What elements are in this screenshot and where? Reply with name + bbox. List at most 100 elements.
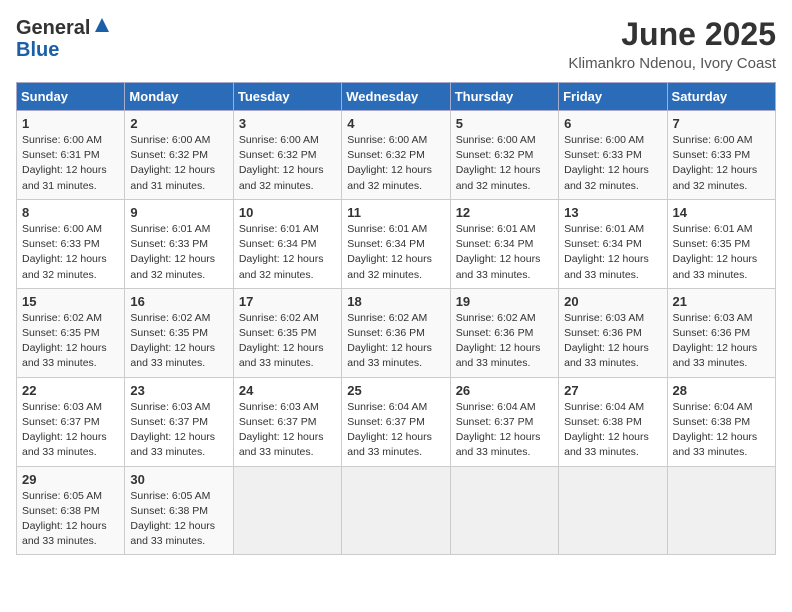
day-number: 13 — [564, 205, 661, 220]
day-detail: Sunrise: 6:02 AMSunset: 6:35 PMDaylight:… — [239, 312, 324, 370]
calendar-week-row: 22 Sunrise: 6:03 AMSunset: 6:37 PMDaylig… — [17, 377, 776, 466]
logo-general-text: General — [16, 17, 90, 39]
day-detail: Sunrise: 6:02 AMSunset: 6:35 PMDaylight:… — [22, 312, 107, 370]
day-detail: Sunrise: 6:00 AMSunset: 6:31 PMDaylight:… — [22, 134, 107, 192]
day-number: 26 — [456, 383, 553, 398]
day-detail: Sunrise: 6:03 AMSunset: 6:36 PMDaylight:… — [564, 312, 649, 370]
calendar-title: June 2025 — [568, 16, 776, 53]
day-detail: Sunrise: 6:04 AMSunset: 6:38 PMDaylight:… — [564, 401, 649, 459]
calendar-day-cell: 25 Sunrise: 6:04 AMSunset: 6:37 PMDaylig… — [342, 377, 450, 466]
day-detail: Sunrise: 6:00 AMSunset: 6:33 PMDaylight:… — [673, 134, 758, 192]
day-number: 22 — [22, 383, 119, 398]
day-detail: Sunrise: 6:04 AMSunset: 6:37 PMDaylight:… — [456, 401, 541, 459]
calendar-day-cell: 2 Sunrise: 6:00 AMSunset: 6:32 PMDayligh… — [125, 111, 233, 200]
day-number: 14 — [673, 205, 770, 220]
calendar-day-cell: 20 Sunrise: 6:03 AMSunset: 6:36 PMDaylig… — [559, 288, 667, 377]
calendar-day-cell: 23 Sunrise: 6:03 AMSunset: 6:37 PMDaylig… — [125, 377, 233, 466]
day-detail: Sunrise: 6:05 AMSunset: 6:38 PMDaylight:… — [130, 490, 215, 548]
day-number: 11 — [347, 205, 444, 220]
day-number: 3 — [239, 116, 336, 131]
day-number: 9 — [130, 205, 227, 220]
calendar-day-cell: 3 Sunrise: 6:00 AMSunset: 6:32 PMDayligh… — [233, 111, 341, 200]
day-number: 4 — [347, 116, 444, 131]
calendar-day-cell — [559, 466, 667, 555]
calendar-week-row: 29 Sunrise: 6:05 AMSunset: 6:38 PMDaylig… — [17, 466, 776, 555]
day-detail: Sunrise: 6:00 AMSunset: 6:33 PMDaylight:… — [22, 223, 107, 281]
calendar-day-cell: 21 Sunrise: 6:03 AMSunset: 6:36 PMDaylig… — [667, 288, 775, 377]
day-detail: Sunrise: 6:03 AMSunset: 6:36 PMDaylight:… — [673, 312, 758, 370]
day-detail: Sunrise: 6:00 AMSunset: 6:32 PMDaylight:… — [347, 134, 432, 192]
calendar-table: SundayMondayTuesdayWednesdayThursdayFrid… — [16, 82, 776, 555]
day-number: 12 — [456, 205, 553, 220]
calendar-day-cell: 9 Sunrise: 6:01 AMSunset: 6:33 PMDayligh… — [125, 199, 233, 288]
calendar-day-cell: 26 Sunrise: 6:04 AMSunset: 6:37 PMDaylig… — [450, 377, 558, 466]
day-detail: Sunrise: 6:01 AMSunset: 6:34 PMDaylight:… — [456, 223, 541, 281]
calendar-day-cell: 24 Sunrise: 6:03 AMSunset: 6:37 PMDaylig… — [233, 377, 341, 466]
day-number: 24 — [239, 383, 336, 398]
calendar-day-cell: 14 Sunrise: 6:01 AMSunset: 6:35 PMDaylig… — [667, 199, 775, 288]
calendar-day-cell — [450, 466, 558, 555]
day-detail: Sunrise: 6:05 AMSunset: 6:38 PMDaylight:… — [22, 490, 107, 548]
day-detail: Sunrise: 6:01 AMSunset: 6:34 PMDaylight:… — [239, 223, 324, 281]
calendar-day-cell: 12 Sunrise: 6:01 AMSunset: 6:34 PMDaylig… — [450, 199, 558, 288]
day-number: 23 — [130, 383, 227, 398]
calendar-day-cell: 27 Sunrise: 6:04 AMSunset: 6:38 PMDaylig… — [559, 377, 667, 466]
weekday-header-cell: Sunday — [17, 83, 125, 111]
day-detail: Sunrise: 6:00 AMSunset: 6:32 PMDaylight:… — [239, 134, 324, 192]
calendar-day-cell: 15 Sunrise: 6:02 AMSunset: 6:35 PMDaylig… — [17, 288, 125, 377]
day-detail: Sunrise: 6:04 AMSunset: 6:37 PMDaylight:… — [347, 401, 432, 459]
day-number: 27 — [564, 383, 661, 398]
header: General Blue June 2025 Klimankro Ndenou,… — [16, 16, 776, 72]
day-number: 10 — [239, 205, 336, 220]
day-detail: Sunrise: 6:03 AMSunset: 6:37 PMDaylight:… — [130, 401, 215, 459]
day-number: 1 — [22, 116, 119, 131]
weekday-header-cell: Thursday — [450, 83, 558, 111]
calendar-day-cell: 19 Sunrise: 6:02 AMSunset: 6:36 PMDaylig… — [450, 288, 558, 377]
day-detail: Sunrise: 6:01 AMSunset: 6:33 PMDaylight:… — [130, 223, 215, 281]
calendar-week-row: 15 Sunrise: 6:02 AMSunset: 6:35 PMDaylig… — [17, 288, 776, 377]
calendar-day-cell: 6 Sunrise: 6:00 AMSunset: 6:33 PMDayligh… — [559, 111, 667, 200]
day-detail: Sunrise: 6:02 AMSunset: 6:36 PMDaylight:… — [456, 312, 541, 370]
day-detail: Sunrise: 6:01 AMSunset: 6:34 PMDaylight:… — [564, 223, 649, 281]
calendar-day-cell: 16 Sunrise: 6:02 AMSunset: 6:35 PMDaylig… — [125, 288, 233, 377]
calendar-day-cell: 13 Sunrise: 6:01 AMSunset: 6:34 PMDaylig… — [559, 199, 667, 288]
day-detail: Sunrise: 6:01 AMSunset: 6:35 PMDaylight:… — [673, 223, 758, 281]
calendar-day-cell — [342, 466, 450, 555]
calendar-day-cell: 18 Sunrise: 6:02 AMSunset: 6:36 PMDaylig… — [342, 288, 450, 377]
day-detail: Sunrise: 6:04 AMSunset: 6:38 PMDaylight:… — [673, 401, 758, 459]
day-number: 30 — [130, 472, 227, 487]
calendar-day-cell: 17 Sunrise: 6:02 AMSunset: 6:35 PMDaylig… — [233, 288, 341, 377]
calendar-day-cell: 10 Sunrise: 6:01 AMSunset: 6:34 PMDaylig… — [233, 199, 341, 288]
weekday-header-cell: Friday — [559, 83, 667, 111]
calendar-day-cell: 28 Sunrise: 6:04 AMSunset: 6:38 PMDaylig… — [667, 377, 775, 466]
day-detail: Sunrise: 6:02 AMSunset: 6:35 PMDaylight:… — [130, 312, 215, 370]
day-number: 29 — [22, 472, 119, 487]
day-number: 21 — [673, 294, 770, 309]
calendar-day-cell: 1 Sunrise: 6:00 AMSunset: 6:31 PMDayligh… — [17, 111, 125, 200]
day-number: 20 — [564, 294, 661, 309]
calendar-body: 1 Sunrise: 6:00 AMSunset: 6:31 PMDayligh… — [17, 111, 776, 555]
day-number: 28 — [673, 383, 770, 398]
calendar-day-cell: 30 Sunrise: 6:05 AMSunset: 6:38 PMDaylig… — [125, 466, 233, 555]
calendar-day-cell: 7 Sunrise: 6:00 AMSunset: 6:33 PMDayligh… — [667, 111, 775, 200]
day-number: 8 — [22, 205, 119, 220]
day-detail: Sunrise: 6:02 AMSunset: 6:36 PMDaylight:… — [347, 312, 432, 370]
day-number: 17 — [239, 294, 336, 309]
logo-icon — [93, 16, 111, 34]
calendar-day-cell: 8 Sunrise: 6:00 AMSunset: 6:33 PMDayligh… — [17, 199, 125, 288]
day-number: 2 — [130, 116, 227, 131]
day-detail: Sunrise: 6:00 AMSunset: 6:32 PMDaylight:… — [130, 134, 215, 192]
day-detail: Sunrise: 6:01 AMSunset: 6:34 PMDaylight:… — [347, 223, 432, 281]
day-number: 25 — [347, 383, 444, 398]
logo-blue-text: Blue — [16, 39, 59, 61]
weekday-header-cell: Monday — [125, 83, 233, 111]
calendar-subtitle: Klimankro Ndenou, Ivory Coast — [568, 55, 776, 72]
day-number: 18 — [347, 294, 444, 309]
calendar-day-cell — [667, 466, 775, 555]
day-detail: Sunrise: 6:00 AMSunset: 6:32 PMDaylight:… — [456, 134, 541, 192]
day-number: 15 — [22, 294, 119, 309]
calendar-day-cell: 5 Sunrise: 6:00 AMSunset: 6:32 PMDayligh… — [450, 111, 558, 200]
day-number: 7 — [673, 116, 770, 131]
weekday-header-cell: Tuesday — [233, 83, 341, 111]
calendar-day-cell: 22 Sunrise: 6:03 AMSunset: 6:37 PMDaylig… — [17, 377, 125, 466]
